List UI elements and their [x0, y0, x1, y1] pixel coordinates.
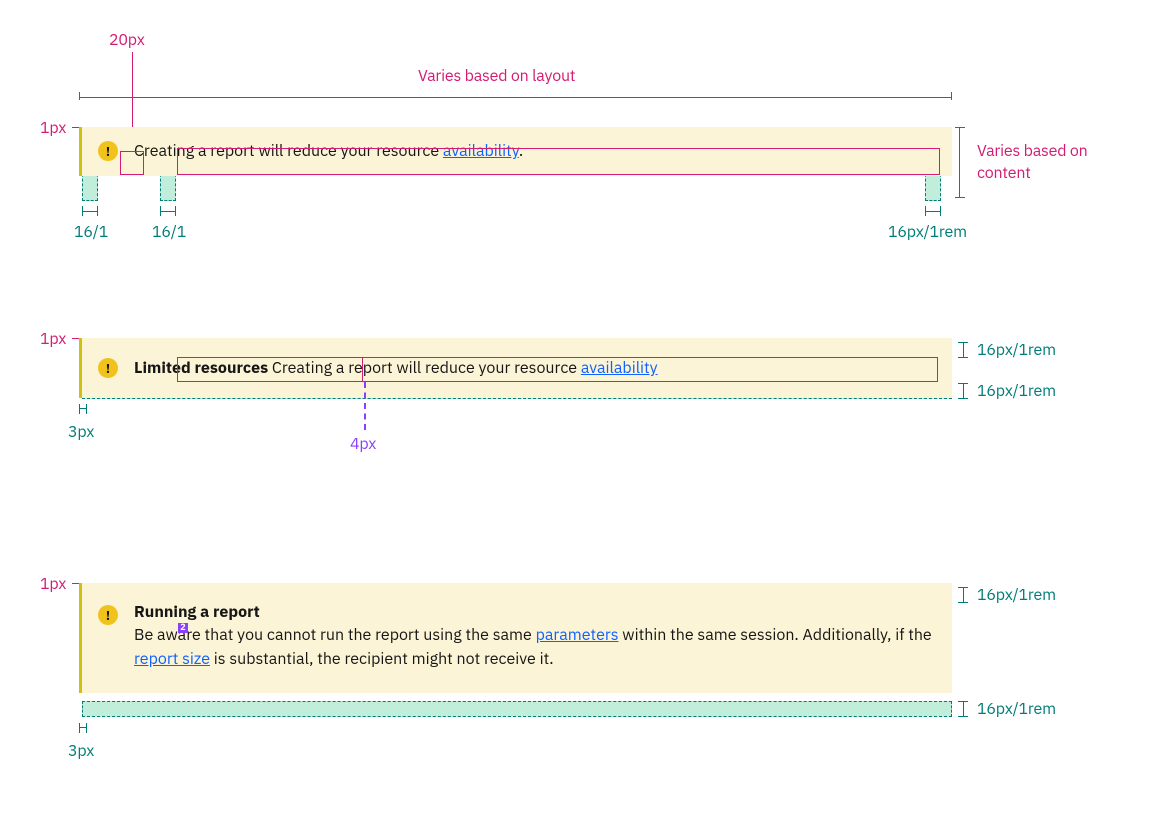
- pad-top-label-3: 16px/1rem: [977, 585, 1056, 605]
- warning-icon: !: [98, 141, 118, 161]
- title-gap-label: 4px: [350, 434, 376, 454]
- availability-link[interactable]: availability: [443, 141, 519, 161]
- pad-left-1-label: 16/1: [74, 222, 108, 242]
- pad-right-label: 16px/1rem: [888, 222, 967, 242]
- parameters-link[interactable]: parameters: [536, 625, 619, 645]
- inline-notification-3: ! Running a report Be aware that you can…: [79, 583, 952, 693]
- height-label: Varies based oncontent: [977, 141, 1088, 184]
- pad-top-label-2: 16px/1rem: [977, 340, 1056, 360]
- notif2-title: Limited resources: [134, 358, 268, 378]
- notif2-body-prefix: Creating a report will reduce your resou…: [268, 358, 581, 378]
- availability-link-2[interactable]: availability: [581, 358, 658, 378]
- pad-cap: [82, 206, 98, 216]
- pad-bottom-label-3: 16px/1rem: [977, 699, 1056, 719]
- pad-cap: [925, 206, 941, 216]
- notif3-body: Be aware that you cannot run the report …: [134, 623, 936, 671]
- report-size-link[interactable]: report size: [134, 649, 210, 669]
- border-width-label-2: 1px: [40, 329, 66, 349]
- accent-cap: [79, 404, 87, 414]
- notif1-text-suffix: .: [519, 141, 523, 161]
- accent-width-label-3: 3px: [68, 741, 94, 761]
- border-width-label-3: 1px: [40, 574, 66, 594]
- notification-body: Creating a report will reduce your resou…: [134, 127, 952, 176]
- accent-cap-3: [79, 723, 87, 733]
- notif1-text-prefix: Creating a report will reduce your resou…: [134, 141, 443, 161]
- title-gap-indicator: [364, 382, 366, 430]
- inline-notification-2: ! Limited resources Creating a report wi…: [79, 338, 952, 398]
- width-label: Varies based on layout: [418, 66, 575, 86]
- pad-left-2-label: 16/1: [152, 222, 186, 242]
- border-width-label-1: 1px: [40, 118, 66, 138]
- pad-bottom-label-2: 16px/1rem: [977, 381, 1056, 401]
- icon-size-label: 20px: [109, 30, 145, 50]
- inline-notification-1: ! Creating a report will reduce your res…: [79, 127, 952, 176]
- warning-icon: !: [98, 358, 118, 378]
- pad-cap: [160, 206, 176, 216]
- notif3-title: Running a report: [134, 602, 936, 623]
- warning-icon: !: [98, 605, 118, 625]
- accent-width-label-2: 3px: [68, 422, 94, 442]
- vgap-marker: 2: [178, 623, 188, 633]
- padding-stripe: [82, 701, 952, 717]
